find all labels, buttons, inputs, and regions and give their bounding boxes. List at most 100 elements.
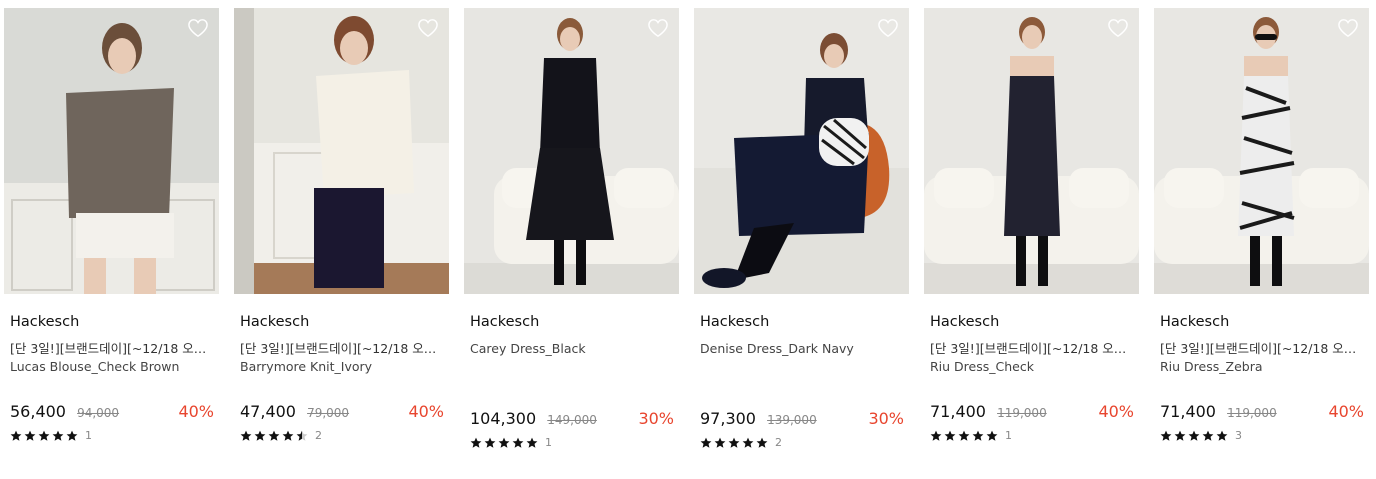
star-icon bbox=[282, 430, 294, 441]
promo-text[interactable]: [단 3일!][브랜드데이][~12/18 오전... bbox=[930, 340, 1135, 358]
original-price: 94,000 bbox=[77, 406, 120, 420]
promo-text[interactable]: [단 3일!][브랜드데이][~12/18 오전... bbox=[10, 340, 215, 358]
product-name[interactable]: Carey Dress_Black bbox=[470, 340, 679, 358]
brand-name[interactable]: Hackesch bbox=[700, 312, 909, 332]
price-row: 71,400 119,000 40% bbox=[1160, 401, 1364, 423]
rating: 3 bbox=[1160, 429, 1369, 443]
review-count: 1 bbox=[85, 429, 92, 442]
star-icon bbox=[52, 430, 64, 441]
original-price: 139,000 bbox=[767, 413, 817, 427]
review-count: 3 bbox=[1235, 429, 1242, 442]
star-icon bbox=[498, 437, 510, 448]
product-card[interactable]: Hackesch [단 3일!][브랜드데이][~12/18 오전... Riu… bbox=[924, 8, 1139, 450]
sale-price: 71,400 bbox=[1160, 402, 1216, 421]
price-row: 97,300 139,000 30% bbox=[700, 408, 904, 430]
rating: 1 bbox=[930, 429, 1139, 443]
original-price: 119,000 bbox=[997, 406, 1047, 420]
star-icon bbox=[254, 430, 266, 441]
review-count: 2 bbox=[775, 436, 782, 449]
rating: 2 bbox=[700, 436, 909, 450]
original-price: 119,000 bbox=[1227, 406, 1277, 420]
star-icon bbox=[742, 437, 754, 448]
star-icon bbox=[958, 430, 970, 441]
rating: 2 bbox=[240, 429, 449, 443]
star-icon bbox=[296, 430, 308, 441]
star-icon bbox=[38, 430, 50, 441]
heart-outline-icon[interactable] bbox=[647, 18, 669, 38]
star-icon bbox=[66, 430, 78, 441]
product-image[interactable] bbox=[234, 8, 449, 294]
star-icon bbox=[24, 430, 36, 441]
brand-name[interactable]: Hackesch bbox=[10, 312, 219, 332]
rating: 1 bbox=[10, 429, 219, 443]
star-icon bbox=[944, 430, 956, 441]
original-price: 149,000 bbox=[547, 413, 597, 427]
star-icon bbox=[526, 437, 538, 448]
brand-name[interactable]: Hackesch bbox=[240, 312, 449, 332]
discount-rate: 30% bbox=[868, 409, 904, 428]
discount-rate: 40% bbox=[408, 402, 444, 421]
star-icon bbox=[986, 430, 998, 441]
product-card[interactable]: Hackesch [단 3일!][브랜드데이][~12/18 오전... Bar… bbox=[234, 8, 449, 450]
product-name[interactable]: Riu Dress_Check bbox=[930, 358, 1139, 376]
product-grid: Hackesch [단 3일!][브랜드데이][~12/18 오전... Luc… bbox=[4, 8, 1369, 450]
star-icon bbox=[512, 437, 524, 448]
sale-price: 97,300 bbox=[700, 409, 756, 428]
review-count: 2 bbox=[315, 429, 322, 442]
product-card[interactable]: Hackesch Denise Dress_Dark Navy 97,300 1… bbox=[694, 8, 909, 450]
brand-name[interactable]: Hackesch bbox=[930, 312, 1139, 332]
heart-outline-icon[interactable] bbox=[1337, 18, 1359, 38]
product-name[interactable]: Denise Dress_Dark Navy bbox=[700, 340, 909, 358]
product-card[interactable]: Hackesch [단 3일!][브랜드데이][~12/18 오전... Riu… bbox=[1154, 8, 1369, 450]
original-price: 79,000 bbox=[307, 406, 350, 420]
review-count: 1 bbox=[545, 436, 552, 449]
star-icon bbox=[1202, 430, 1214, 441]
price-row: 71,400 119,000 40% bbox=[930, 401, 1134, 423]
star-icon bbox=[930, 430, 942, 441]
heart-outline-icon[interactable] bbox=[417, 18, 439, 38]
brand-name[interactable]: Hackesch bbox=[1160, 312, 1369, 332]
product-image[interactable] bbox=[924, 8, 1139, 294]
product-image[interactable] bbox=[4, 8, 219, 294]
price-row: 104,300 149,000 30% bbox=[470, 408, 674, 430]
promo-text[interactable]: [단 3일!][브랜드데이][~12/18 오전... bbox=[1160, 340, 1365, 358]
sale-price: 71,400 bbox=[930, 402, 986, 421]
star-icon bbox=[972, 430, 984, 441]
sale-price: 56,400 bbox=[10, 402, 66, 421]
product-image[interactable] bbox=[464, 8, 679, 294]
sale-price: 47,400 bbox=[240, 402, 296, 421]
discount-rate: 40% bbox=[178, 402, 214, 421]
price-row: 47,400 79,000 40% bbox=[240, 401, 444, 423]
star-icon bbox=[756, 437, 768, 448]
brand-name[interactable]: Hackesch bbox=[470, 312, 679, 332]
review-count: 1 bbox=[1005, 429, 1012, 442]
discount-rate: 30% bbox=[638, 409, 674, 428]
product-card[interactable]: Hackesch Carey Dress_Black 104,300 149,0… bbox=[464, 8, 679, 450]
star-icon bbox=[240, 430, 252, 441]
star-icon bbox=[1160, 430, 1172, 441]
discount-rate: 40% bbox=[1328, 402, 1364, 421]
product-image[interactable] bbox=[1154, 8, 1369, 294]
star-icon bbox=[484, 437, 496, 448]
star-icon bbox=[268, 430, 280, 441]
star-icon bbox=[728, 437, 740, 448]
rating: 1 bbox=[470, 436, 679, 450]
product-name[interactable]: Barrymore Knit_Ivory bbox=[240, 358, 449, 376]
price-row: 56,400 94,000 40% bbox=[10, 401, 214, 423]
heart-outline-icon[interactable] bbox=[1107, 18, 1129, 38]
heart-outline-icon[interactable] bbox=[877, 18, 899, 38]
star-icon bbox=[1216, 430, 1228, 441]
product-name[interactable]: Riu Dress_Zebra bbox=[1160, 358, 1369, 376]
discount-rate: 40% bbox=[1098, 402, 1134, 421]
star-icon bbox=[700, 437, 712, 448]
sale-price: 104,300 bbox=[470, 409, 537, 428]
star-icon bbox=[1174, 430, 1186, 441]
product-card[interactable]: Hackesch [단 3일!][브랜드데이][~12/18 오전... Luc… bbox=[4, 8, 219, 450]
star-icon bbox=[470, 437, 482, 448]
star-icon bbox=[10, 430, 22, 441]
product-name[interactable]: Lucas Blouse_Check Brown bbox=[10, 358, 219, 376]
promo-text[interactable]: [단 3일!][브랜드데이][~12/18 오전... bbox=[240, 340, 445, 358]
star-icon bbox=[714, 437, 726, 448]
heart-outline-icon[interactable] bbox=[187, 18, 209, 38]
product-image[interactable] bbox=[694, 8, 909, 294]
